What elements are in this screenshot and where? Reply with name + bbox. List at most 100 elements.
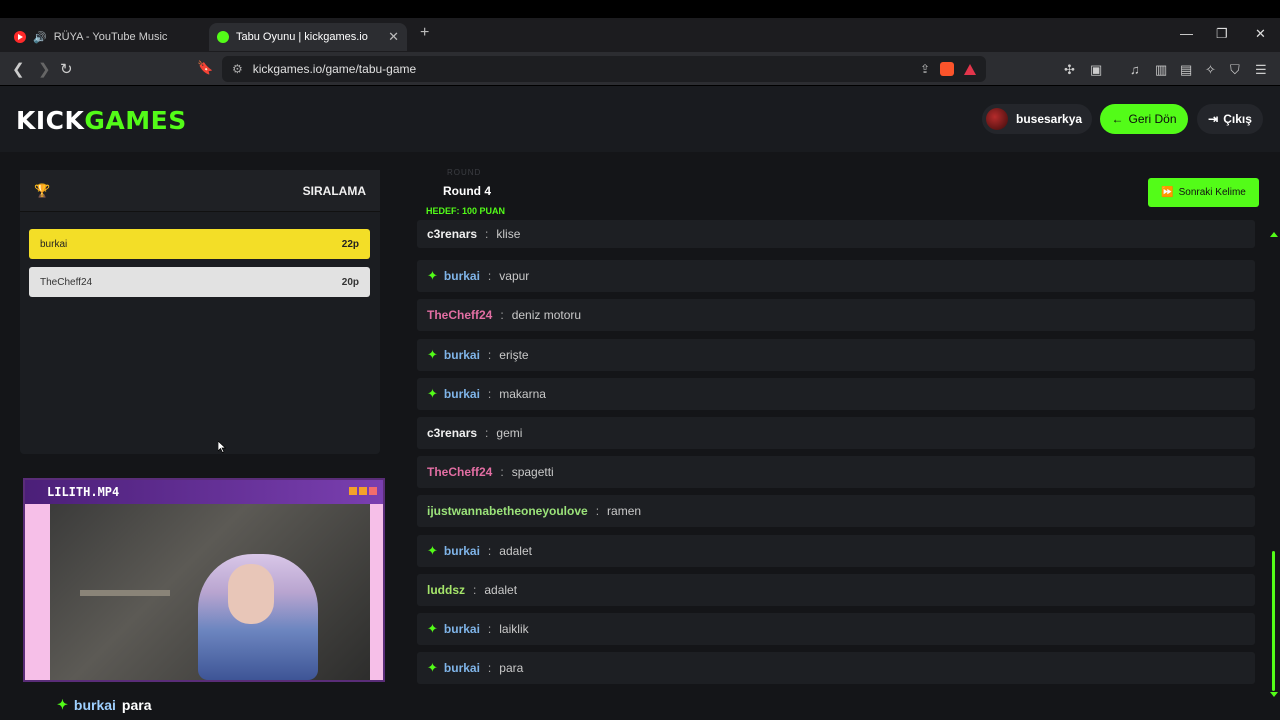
chat-message-row: ✦ burkai: erişte <box>417 339 1255 371</box>
address-bar[interactable]: ⚙ kickgames.io/game/tabu-game ⇪ <box>222 56 986 82</box>
sparkle-icon: ✦ <box>427 347 438 362</box>
user-profile-pill[interactable]: busesarkya <box>982 104 1092 134</box>
vpn-icon[interactable]: ⛉ <box>1230 62 1240 78</box>
site-header: KICKGAMES busesarkya ← Geri Dön ⇥ Çıkış <box>0 86 1280 152</box>
sidebar-icon[interactable]: ▥ <box>1155 62 1167 78</box>
webcam-title: LILITH.MP4 <box>47 485 120 499</box>
tab-title: RÜYA - YouTube Music <box>53 31 168 43</box>
chat-separator: : <box>485 227 489 241</box>
chat-separator: : <box>487 387 492 401</box>
chat-scrollbar-thumb[interactable] <box>1272 551 1275 691</box>
chat-username: TheCheff24 <box>427 465 493 479</box>
close-tab-icon[interactable]: ✕ <box>388 29 399 45</box>
chat-username: burkai <box>443 387 480 401</box>
back-icon[interactable]: ❮ <box>12 60 25 78</box>
logout-icon: ⇥ <box>1208 112 1219 126</box>
screen-top-edge <box>0 0 1280 18</box>
browser-toolbar: ❮ ❯ ↻ 🔖 ⚙ kickgames.io/game/tabu-game ⇪ … <box>0 52 1280 86</box>
chat-username: burkai <box>443 661 480 675</box>
chat-message-row: c3renars: klise <box>417 220 1255 248</box>
chat-separator: : <box>487 544 492 558</box>
tab-kickgames[interactable]: Tabu Oyunu | kickgames.io ✕ <box>209 23 407 51</box>
restore-icon[interactable]: ❐ <box>1216 26 1228 42</box>
menu-icon[interactable]: ☰ <box>1255 62 1267 78</box>
overlay-chat-message: para <box>121 697 152 713</box>
ranking-card <box>20 170 380 454</box>
brave-rewards-icon[interactable] <box>964 63 976 75</box>
next-word-button[interactable]: ⏩ Sonraki Kelime <box>1148 178 1259 207</box>
player-points: 20p <box>341 276 359 288</box>
trophy-icon: 🏆 <box>34 183 51 198</box>
chat-message: spagetti <box>511 465 554 479</box>
webcam-titlebar: LILITH.MP4 <box>25 480 383 504</box>
kickgames-logo[interactable]: KICKGAMES <box>16 106 187 135</box>
kickgames-icon <box>217 31 229 43</box>
leo-ai-icon[interactable]: ✧ <box>1205 62 1216 78</box>
minimize-icon <box>349 487 357 495</box>
scroll-down-arrow[interactable] <box>1270 692 1278 697</box>
chat-message: erişte <box>499 348 529 362</box>
maximize-icon <box>359 487 367 495</box>
chat-separator: : <box>487 348 492 362</box>
forward-icon[interactable]: ❯ <box>38 60 51 78</box>
extensions-icon[interactable]: ✣ <box>1064 62 1075 78</box>
chat-message-row: c3renars: gemi <box>417 417 1255 449</box>
streamer-face <box>228 564 274 624</box>
brave-shields-icon[interactable] <box>940 62 954 76</box>
chat-message: klise <box>496 227 521 241</box>
new-tab-button[interactable]: + <box>420 24 429 42</box>
shelf <box>80 590 170 596</box>
close-icon <box>369 487 377 495</box>
stream-chat-overlay: ✦ burkai para <box>57 697 152 713</box>
chat-username: burkai <box>443 544 480 558</box>
close-window-icon[interactable]: ✕ <box>1255 26 1266 42</box>
round-watermark: ROUND <box>447 168 482 177</box>
chat-message: laiklik <box>499 622 529 636</box>
chat-username: luddsz <box>427 583 465 597</box>
wallet-icon[interactable]: ▤ <box>1180 62 1192 78</box>
round-label: Round 4 <box>443 184 491 198</box>
tab-youtube-music[interactable]: 🔊 RÜYA - YouTube Music <box>6 23 206 51</box>
speaker-icon: 🔊 <box>33 31 47 44</box>
chat-username: c3renars <box>427 426 478 440</box>
sparkle-icon: ✦ <box>427 268 438 283</box>
mouse-cursor-icon <box>218 441 226 453</box>
chat-message-row: ✦ burkai: makarna <box>417 378 1255 410</box>
fast-forward-icon: ⏩ <box>1161 187 1174 198</box>
tab-title: Tabu Oyunu | kickgames.io <box>236 31 368 43</box>
chat-message: adalet <box>499 544 532 558</box>
chat-message: para <box>499 661 524 675</box>
media-icon[interactable]: ♫ <box>1130 62 1140 77</box>
player-name: burkai <box>40 238 68 250</box>
chat-separator: : <box>500 465 504 479</box>
minimize-icon[interactable]: — <box>1180 26 1193 41</box>
screenshot-icon[interactable]: ▣ <box>1090 62 1102 78</box>
chat-message: gemi <box>496 426 523 440</box>
arrow-left-icon: ← <box>1111 112 1124 126</box>
url-text: kickgames.io/game/tabu-game <box>252 62 417 76</box>
logout-button[interactable]: ⇥ Çıkış <box>1197 104 1263 134</box>
chat-message: ramen <box>607 504 642 518</box>
scroll-up-arrow[interactable] <box>1270 232 1278 237</box>
chat-username: TheCheff24 <box>427 308 493 322</box>
site-settings-icon[interactable]: ⚙ <box>232 62 243 76</box>
bookmark-icon[interactable]: 🔖 <box>197 60 213 76</box>
player-name: TheCheff24 <box>40 276 93 288</box>
chat-message-row: TheCheff24: deniz motoru <box>417 299 1255 331</box>
chat-username: burkai <box>443 348 480 362</box>
webcam-overlay: LILITH.MP4 <box>23 478 385 682</box>
sparkle-icon: ✦ <box>57 697 68 712</box>
share-icon[interactable]: ⇪ <box>920 62 930 76</box>
username: busesarkya <box>1016 112 1083 126</box>
webcam-window-buttons <box>349 487 377 495</box>
webcam-video <box>50 504 370 680</box>
chat-separator: : <box>485 426 489 440</box>
chat-message-row: ✦ burkai: laiklik <box>417 613 1255 645</box>
target-score: HEDEF: 100 PUAN <box>426 206 506 216</box>
reload-icon[interactable]: ↻ <box>60 60 73 78</box>
chat-separator: : <box>487 269 492 283</box>
chat-message: makarna <box>499 387 546 401</box>
back-button[interactable]: ← Geri Dön <box>1100 104 1188 134</box>
chat-separator: : <box>487 661 492 675</box>
sparkle-icon: ✦ <box>427 621 438 636</box>
